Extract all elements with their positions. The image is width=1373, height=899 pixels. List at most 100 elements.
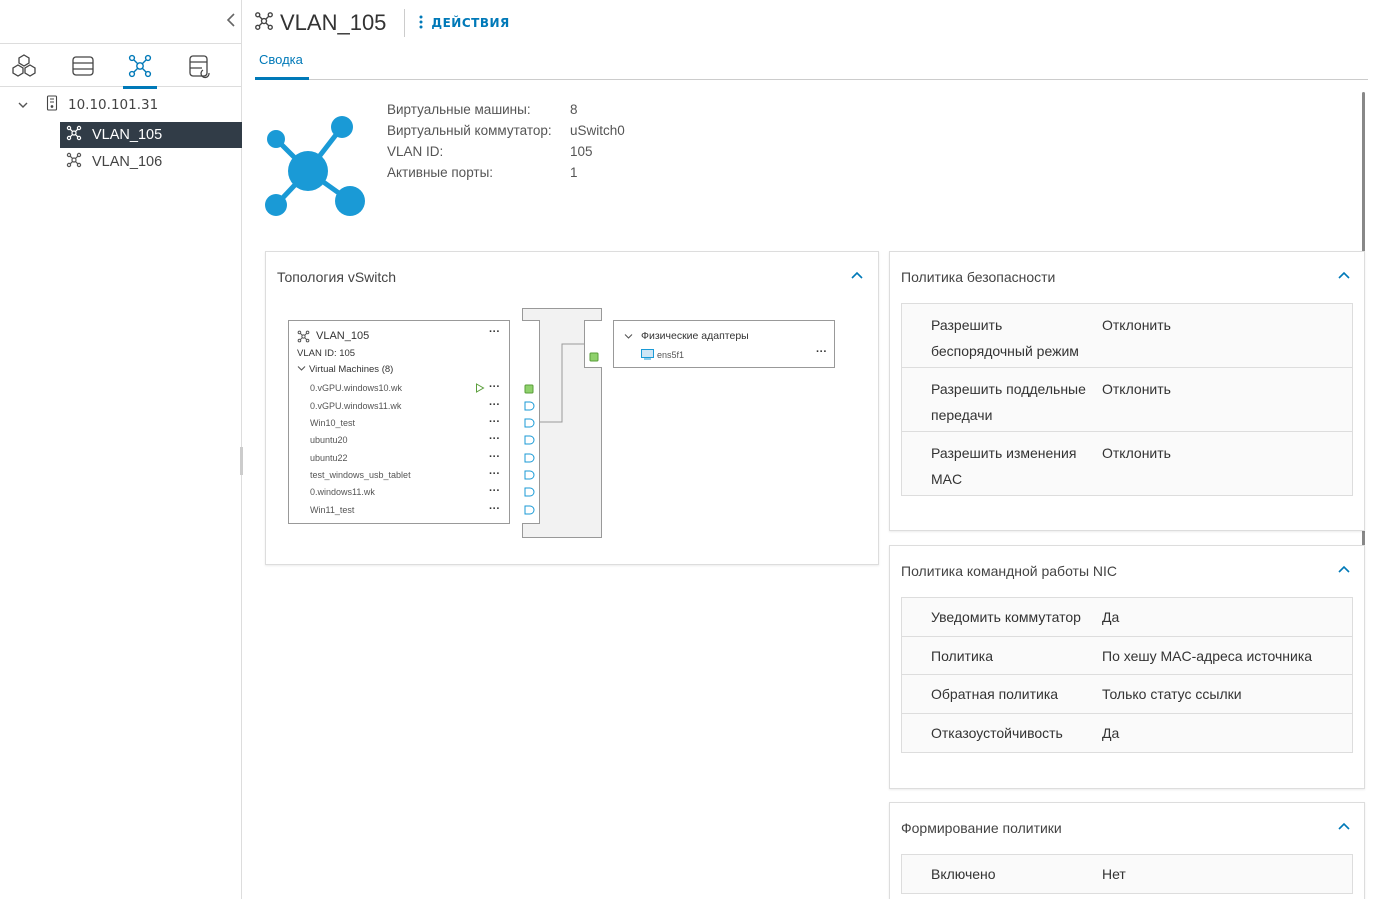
policy-key-line: Разрешить изменения	[931, 445, 1077, 461]
summary-label: Активные порты:	[387, 165, 494, 180]
summary-row: Виртуальные машины: 8	[387, 102, 625, 123]
portgroup-vlan: VLAN ID: 105	[297, 348, 356, 359]
policy-key-line: MAC	[931, 471, 963, 487]
network-large-icon	[262, 113, 370, 225]
vm-ports	[524, 384, 535, 515]
chevron-up-icon[interactable]	[850, 267, 864, 281]
policy-key-line: Разрешить	[931, 317, 1003, 333]
vm-item[interactable]: Win11_test	[310, 505, 354, 515]
vm-list-header[interactable]: Virtual Machines (8)	[309, 364, 393, 375]
vm-item[interactable]: ubuntu22	[310, 453, 348, 463]
card-title: Формирование политики	[901, 820, 1062, 836]
policy-key: Обратная политика	[931, 686, 1059, 702]
port-disconnected	[524, 435, 535, 445]
policy-key: Включено	[931, 866, 996, 882]
inventory-panel: 10.10.101.31 VLAN_105 VLAN_106	[0, 0, 243, 899]
vm-item[interactable]: ubuntu20	[310, 435, 348, 445]
header-divider	[404, 9, 406, 37]
card-title: Топология vSwitch	[277, 269, 397, 285]
vm-item[interactable]: test_windows_usb_tablet	[310, 470, 411, 480]
card-title: Политика командной работы NIC	[901, 563, 1118, 579]
teaming-table: Уведомить коммутатор Да Политика По хешу…	[901, 597, 1353, 753]
summary-value: 8	[570, 102, 578, 117]
policy-value: Да	[1102, 609, 1120, 625]
more-icon[interactable]: ···	[489, 468, 500, 480]
vm-item[interactable]: 0.vGPU.windows10.wk	[310, 383, 402, 393]
network-icon	[66, 125, 82, 145]
tree-item-vlan-105[interactable]: VLAN_105	[60, 122, 242, 148]
more-icon[interactable]: ···	[489, 399, 500, 411]
policy-value: Отклонить	[1102, 317, 1171, 333]
summary-value: 105	[570, 144, 593, 159]
tree-host-label: 10.10.101.31	[68, 97, 159, 113]
policy-key: Разрешить поддельные передачи	[931, 376, 1102, 431]
tree-host-row[interactable]: 10.10.101.31	[0, 92, 242, 118]
tree-item-vlan-106[interactable]: VLAN_106	[60, 149, 242, 175]
policy-row: Разрешить беспорядочный режим Отклонить	[902, 304, 1352, 368]
policy-row: Отказоустойчивость Да	[902, 714, 1352, 752]
policy-value: Да	[1102, 725, 1120, 741]
vm-item[interactable]: 0.windows11.wk	[310, 487, 375, 497]
hosts-clusters-icon[interactable]	[10, 52, 38, 80]
more-icon[interactable]: ···	[489, 485, 500, 497]
vertical-dots-icon	[419, 15, 423, 32]
summary-row: VLAN ID: 105	[387, 144, 625, 165]
policy-row: Включено Нет	[902, 855, 1352, 893]
port-disconnected	[524, 453, 535, 463]
nic-teaming-card: Политика командной работы NIC Уведомить …	[889, 545, 1365, 789]
chevron-down-icon[interactable]	[297, 364, 306, 375]
tab-summary[interactable]: Сводка	[255, 52, 309, 80]
more-icon[interactable]: ···	[489, 451, 500, 463]
chevron-up-icon[interactable]	[1337, 561, 1351, 575]
adapters-header[interactable]: Физические адаптеры	[641, 330, 749, 342]
summary-label: VLAN ID:	[387, 144, 444, 159]
port-disconnected	[524, 401, 535, 411]
policy-row: Политика По хешу MAC-адреса источника	[902, 637, 1352, 675]
actions-button[interactable]: ДЕЙСТВИЯ	[419, 15, 509, 32]
summary-label: Виртуальный коммутатор:	[387, 123, 552, 138]
chevron-down-icon[interactable]	[624, 332, 633, 343]
datastore-sync-icon[interactable]	[186, 52, 214, 80]
policy-row: Разрешить изменения MAC Отклонить	[902, 432, 1352, 495]
port-disconnected	[524, 470, 535, 480]
physical-adapters-box: Физические адаптеры ens5f1 ···	[613, 320, 835, 368]
port-disconnected	[524, 418, 535, 428]
uplink-port	[589, 352, 599, 362]
policy-value: По хешу MAC-адреса источника	[1102, 647, 1313, 664]
more-icon[interactable]: ···	[489, 416, 500, 428]
chevron-up-icon[interactable]	[1337, 267, 1351, 281]
tree-item-label: VLAN_105	[92, 127, 163, 143]
resize-handle[interactable]	[240, 447, 243, 475]
policy-key-line: Разрешить поддельные	[931, 381, 1086, 397]
portgroup-name: VLAN_105	[316, 330, 370, 342]
more-icon[interactable]: ···	[489, 433, 500, 445]
storage-icon[interactable]	[69, 52, 97, 80]
tree-item-label: VLAN_106	[92, 154, 163, 170]
policy-key: Уведомить коммутатор	[931, 609, 1081, 625]
vm-item[interactable]: 0.vGPU.windows11.wk	[310, 401, 401, 411]
summary-properties: Виртуальные машины: 8 Виртуальный коммута…	[387, 102, 625, 186]
network-icon	[297, 330, 310, 346]
server-icon	[46, 95, 58, 115]
page-header: VLAN_105 ДЕЙСТВИЯ	[254, 8, 510, 38]
policy-key: Отказоустойчивость	[931, 725, 1063, 741]
policy-key: Политика	[931, 647, 993, 664]
adapter-item[interactable]: ens5f1	[657, 350, 684, 360]
more-icon[interactable]: ···	[489, 381, 500, 393]
port-connected	[524, 384, 534, 394]
chevron-down-icon[interactable]	[18, 97, 40, 113]
more-icon[interactable]: ···	[489, 503, 500, 515]
nic-icon	[641, 349, 655, 363]
network-icon	[66, 152, 82, 172]
chevron-up-icon[interactable]	[1337, 818, 1351, 832]
summary-value: uSwitch0	[570, 123, 625, 138]
shaping-table: Включено Нет	[901, 854, 1353, 894]
more-icon[interactable]: ···	[816, 346, 827, 358]
portgroup-box: VLAN_105 ··· VLAN ID: 105 Virtual Machin…	[288, 320, 510, 524]
security-policy-card: Политика безопасности Разрешить беспорядо…	[889, 251, 1365, 531]
collapse-panel-icon[interactable]	[226, 12, 236, 31]
vm-item[interactable]: Win10_test	[310, 418, 355, 428]
tab-bar: Сводка	[255, 42, 1368, 80]
networking-icon[interactable]	[123, 52, 157, 89]
more-icon[interactable]: ···	[489, 326, 500, 338]
